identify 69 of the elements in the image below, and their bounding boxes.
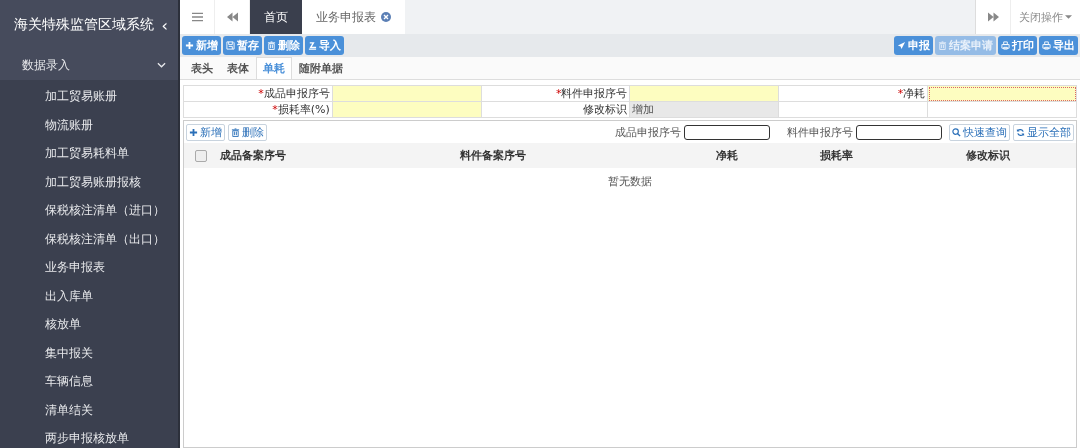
close-operations-dropdown[interactable]: 关闭操作 — [1011, 0, 1080, 34]
send-icon — [897, 41, 906, 50]
section-tab[interactable]: 表头 — [184, 57, 220, 79]
search-icon — [952, 127, 961, 137]
section-tab[interactable]: 随附单据 — [292, 57, 350, 79]
sidebar-item[interactable]: 出入库单 — [0, 281, 178, 310]
sidebar-item[interactable]: 保税核注清单（进口） — [0, 196, 178, 225]
sidebar-item[interactable]: 核放单 — [0, 310, 178, 339]
column-header: 损耗率 — [819, 149, 853, 162]
trash-icon — [231, 127, 240, 137]
select-all-checkbox[interactable] — [195, 149, 208, 162]
page-tab[interactable]: 业务申报表 — [302, 0, 405, 34]
sidebar-item[interactable]: 加工贸易账册 — [0, 82, 178, 111]
scroll-right-button[interactable] — [975, 0, 1011, 34]
save-icon — [226, 41, 235, 50]
input-field[interactable] — [927, 85, 1077, 102]
column-header: 净耗 — [715, 149, 738, 162]
section-tab[interactable]: 表体 — [220, 57, 256, 79]
trash-icon — [267, 41, 276, 50]
print-icon — [1042, 41, 1051, 50]
field-label: 修改标识 — [583, 103, 628, 116]
scroll-left-button[interactable] — [215, 0, 250, 34]
required-mark: * — [258, 87, 264, 100]
column-header: 成品备案序号 — [220, 149, 287, 162]
field-label: 料件申报序号 — [561, 87, 628, 100]
plus-icon — [185, 41, 194, 50]
filter-input[interactable] — [684, 124, 770, 140]
caret-icon — [1065, 15, 1072, 19]
required-mark: * — [897, 87, 904, 100]
fast-forward-icon — [987, 12, 999, 22]
grid-button[interactable]: 显示全部 — [1013, 123, 1074, 141]
column-header: 料件备案序号 — [459, 149, 526, 162]
sidebar-item[interactable]: 加工贸易账册报核 — [0, 167, 178, 196]
plus-icon — [189, 127, 198, 137]
collapse-button[interactable]: ‹ — [161, 15, 168, 35]
sidebar-item[interactable]: 车辆信息 — [0, 367, 178, 396]
sidebar-item[interactable]: 集中报关 — [0, 338, 178, 367]
grid-action-button[interactable]: 新增 — [186, 123, 225, 141]
field-label: 净耗 — [903, 87, 926, 100]
required-mark: * — [272, 103, 278, 116]
menu-group[interactable]: 数据录入 — [0, 50, 178, 80]
sidebar-item[interactable]: 物流账册 — [0, 110, 178, 139]
app-title: 海关特殊监管区域系统 — [14, 16, 154, 34]
refresh-icon — [1016, 127, 1025, 137]
input-field[interactable] — [630, 85, 779, 102]
grid-button[interactable]: 快速查询 — [949, 123, 1010, 141]
trash-icon — [938, 41, 947, 50]
sidebar-item[interactable]: 清单结关 — [0, 395, 178, 424]
close-icon[interactable] — [381, 12, 391, 22]
empty-message: 暂无数据 — [608, 175, 652, 188]
required-mark: * — [556, 87, 562, 100]
grid-action-button[interactable]: 删除 — [228, 123, 267, 141]
sidebar-item[interactable]: 加工贸易耗料单 — [0, 139, 178, 168]
column-header: 修改标识 — [965, 149, 1010, 162]
print-icon — [1001, 41, 1010, 50]
menu-button[interactable] — [180, 0, 215, 34]
menu-group-label: 数据录入 — [22, 56, 70, 74]
filter-label: 料件申报序号 — [787, 124, 853, 140]
page-tab[interactable]: 首页 — [250, 0, 302, 34]
sidebar-item[interactable]: 业务申报表 — [0, 253, 178, 282]
sidebar-item[interactable]: 保税核注清单（出口） — [0, 224, 178, 253]
menu-icon — [191, 12, 203, 22]
field-label: 损耗率(%) — [277, 103, 330, 116]
filter-input[interactable] — [856, 124, 942, 140]
input-field[interactable] — [332, 85, 482, 102]
filter-label: 成品申报序号 — [615, 124, 681, 140]
sidebar-item[interactable]: 两步申报核放单 — [0, 424, 178, 448]
rewind-icon — [226, 12, 238, 22]
field-label: 成品申报序号 — [263, 87, 330, 100]
